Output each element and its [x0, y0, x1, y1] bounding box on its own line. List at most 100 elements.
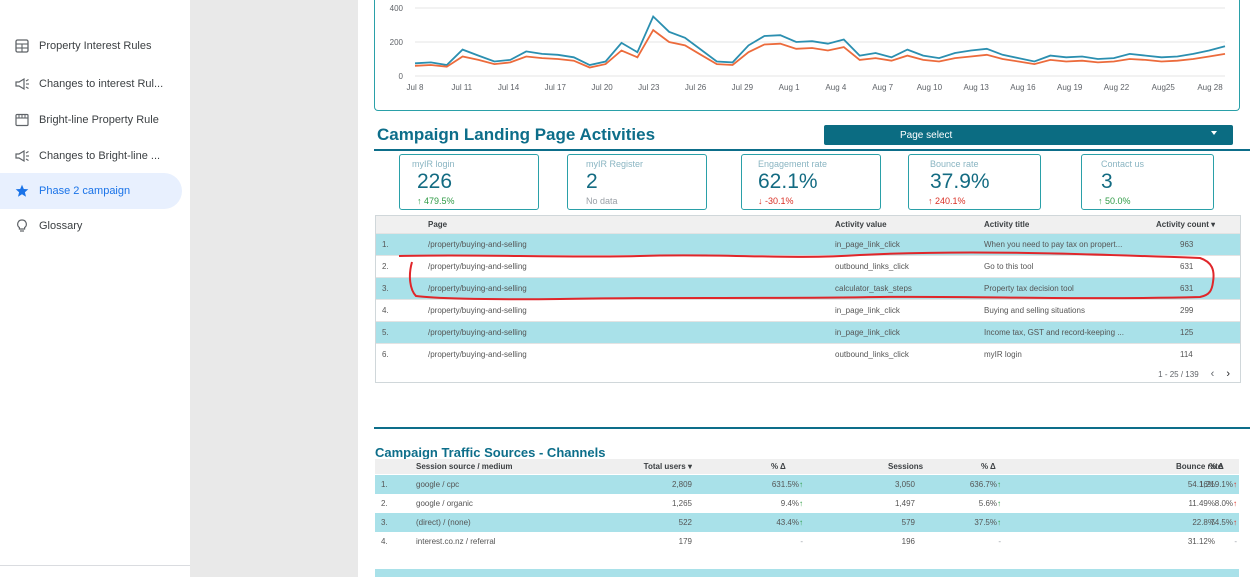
- kpi-delta-value: -30.1%: [765, 196, 794, 206]
- sidebar-item-phase-2-campaign[interactable]: Phase 2 campaign: [0, 173, 182, 209]
- x-tick-label: Aug 28: [1197, 83, 1223, 92]
- table-row[interactable]: 6. /property/buying-and-selling outbound_l…: [376, 343, 1240, 365]
- column-header-users-delta[interactable]: % Δ: [771, 459, 786, 474]
- kpi-delta-value: 240.1%: [935, 196, 966, 206]
- activities-table: Page Activity value Activity title Activ…: [375, 215, 1241, 383]
- kpi-label: Contact us: [1101, 159, 1145, 169]
- cell-sessions-delta: 636.7% ↑: [955, 475, 1001, 494]
- sidebar-item-label: Glossary: [39, 220, 83, 232]
- cell-source-medium: google / organic: [416, 499, 473, 508]
- next-page-icon[interactable]: ›: [1226, 368, 1230, 380]
- sidebar-item-bright-line-property-rule[interactable]: Bright-line Property Rule: [0, 102, 182, 138]
- delta-value: 636.7%: [969, 480, 997, 489]
- kpi-label: Bounce rate: [930, 159, 979, 169]
- table-header: Page Activity value Activity title Activ…: [376, 216, 1240, 233]
- cell-users-delta: 43.4% ↑: [755, 513, 803, 532]
- x-tick-label: Aug 7: [872, 83, 893, 92]
- trend-arrow-icon: ↑: [1233, 518, 1237, 527]
- table-row[interactable]: 4. /property/buying-and-selling in_page_li…: [376, 299, 1240, 321]
- x-tick-label: Jul 17: [545, 83, 567, 92]
- sidebar-item-label: Property Interest Rules: [39, 40, 152, 52]
- cell-page: /property/buying-and-selling: [428, 262, 527, 271]
- cell-activity-title: Property tax decision tool: [984, 284, 1074, 293]
- table-row[interactable]: 2. /property/buying-and-selling outbound_l…: [376, 255, 1240, 277]
- cell-bounce-delta: -: [1234, 537, 1237, 546]
- table-row-partial: [375, 569, 1239, 577]
- cell-sessions: 1,497: [894, 499, 915, 508]
- cell-sessions-delta: 37.5% ↑: [955, 513, 1001, 532]
- x-tick-label: Jul 29: [732, 83, 754, 92]
- table-row[interactable]: 2. google / organic 1,265 9.4% ↑ 1,497 5.6% ↑…: [375, 494, 1239, 513]
- lightbulb-icon: [14, 218, 30, 234]
- cell-activity-title: Go to this tool: [984, 262, 1034, 271]
- table-row[interactable]: 1. google / cpc 2,809 631.5% ↑ 3,050 636.7% ↑…: [375, 475, 1239, 494]
- table-row[interactable]: 4. interest.co.nz / referral 179-196-31.12…: [375, 532, 1239, 551]
- sidebar-item-changes-to-bright-line[interactable]: Changes to Bright-line ...: [0, 138, 182, 174]
- pagination: 1 - 25 / 139 ‹ ›: [1158, 368, 1230, 380]
- page-select-label: Page select: [900, 129, 953, 141]
- kpi-delta: ↑ 479.5%: [417, 196, 455, 206]
- sidebar-item-glossary[interactable]: Glossary: [0, 209, 182, 243]
- cell-activity-title: Income tax, GST and record-keeping ...: [984, 328, 1124, 337]
- row-number: 3.: [381, 518, 388, 527]
- sort-desc-icon: ▾: [1211, 220, 1216, 229]
- table-row[interactable]: 5. /property/buying-and-selling in_page_li…: [376, 321, 1240, 343]
- trend-arrow-icon: ↑: [997, 480, 1001, 489]
- row-number: 3.: [382, 284, 389, 293]
- sidebar-item-label: Phase 2 campaign: [39, 185, 131, 197]
- cell-source-medium: interest.co.nz / referral: [416, 537, 496, 546]
- kpi-value: 37.9%: [930, 170, 990, 193]
- column-header-total-users[interactable]: Total users ▾: [640, 459, 692, 474]
- x-tick-label: Aug 13: [963, 83, 989, 92]
- sidebar-item-changes-to-interest-rules[interactable]: Changes to interest Rul...: [0, 66, 182, 102]
- cell-sessions: 3,050: [894, 480, 915, 489]
- prev-page-icon[interactable]: ‹: [1211, 368, 1215, 380]
- column-header-page[interactable]: Page: [428, 216, 447, 233]
- kpi-label: myIR Register: [586, 159, 644, 169]
- kpi-card-contact-us[interactable]: Contact us 3 ↑ 50.0%: [1081, 154, 1214, 210]
- kpi-card-engagement-rate[interactable]: Engagement rate 62.1% ↓ -30.1%: [741, 154, 881, 210]
- x-tick-label: Jul 8: [407, 83, 424, 92]
- cell-users-delta: 631.5% ↑: [755, 475, 803, 494]
- sidebar-item-property-interest-rules[interactable]: Property Interest Rules: [0, 28, 182, 64]
- column-header-bounce-delta[interactable]: % Δ: [1209, 459, 1224, 474]
- row-number: 2.: [381, 499, 388, 508]
- column-header-activity-count[interactable]: Activity count ▾: [1156, 216, 1215, 233]
- cell-bounce-delta: 1,219.1% ↑: [1185, 475, 1237, 494]
- kpi-card-myir-register[interactable]: myIR Register 2 No data: [567, 154, 707, 210]
- delta-value: 1,219.1%: [1199, 480, 1233, 489]
- cell-total-users: 522: [678, 518, 692, 527]
- kpi-card-bounce-rate[interactable]: Bounce rate 37.9% ↑ 240.1%: [908, 154, 1041, 210]
- megaphone-icon: [14, 76, 30, 92]
- cell-source-medium: google / cpc: [416, 480, 460, 489]
- cell-page: /property/buying-and-selling: [428, 306, 527, 315]
- cell-sessions-delta: 5.6% ↑: [955, 494, 1001, 513]
- kpi-delta: ↑ 240.1%: [928, 196, 966, 206]
- x-tick-label: Aug25: [1152, 83, 1176, 92]
- page-select-dropdown[interactable]: Page select: [824, 125, 1233, 145]
- column-header-source-medium[interactable]: Session source / medium: [416, 459, 512, 474]
- table-header: Session source / medium Total users ▾ % …: [375, 459, 1239, 474]
- cell-source-medium: (direct) / (none): [416, 518, 471, 527]
- x-tick-label: Aug 10: [917, 83, 943, 92]
- column-header-activity-value[interactable]: Activity value: [835, 216, 887, 233]
- table-row[interactable]: 3. (direct) / (none) 522 43.4% ↑ 579 37.5% ↑ 2…: [375, 513, 1239, 532]
- x-tick-label: Jul 14: [498, 83, 520, 92]
- cell-activity-count: 299: [1180, 306, 1194, 315]
- trend-arrow-icon: ↑: [799, 480, 803, 489]
- table-row[interactable]: 1. /property/buying-and-selling in_page_li…: [376, 233, 1240, 255]
- delta-value: 9.4%: [780, 499, 799, 508]
- time-series-chart[interactable]: 400 200 0 Jul 8 Jul 11 Jul 14 Jul 17 Jul 20 Jul …: [374, 0, 1240, 111]
- table-row[interactable]: 3. /property/buying-and-selling calculator…: [376, 277, 1240, 299]
- column-header-sessions-delta[interactable]: % Δ: [981, 459, 996, 474]
- kpi-value: 62.1%: [758, 170, 818, 193]
- kpi-card-myir-login[interactable]: myIR login 226 ↑ 479.5%: [399, 154, 539, 210]
- storefront-icon: [14, 112, 30, 128]
- column-header-label: Total users: [643, 462, 686, 471]
- sidebar-item-label: Changes to Bright-line ...: [39, 150, 161, 162]
- y-tick-label: 0: [399, 72, 404, 81]
- column-header-sessions[interactable]: Sessions: [888, 459, 923, 474]
- x-tick-label: Jul 23: [638, 83, 660, 92]
- column-header-activity-title[interactable]: Activity title: [984, 216, 1029, 233]
- chart-plot: 400 200 0Jul 8 Jul 11 Jul 14 Jul 17 Jul 20 Jul …: [390, 4, 1226, 92]
